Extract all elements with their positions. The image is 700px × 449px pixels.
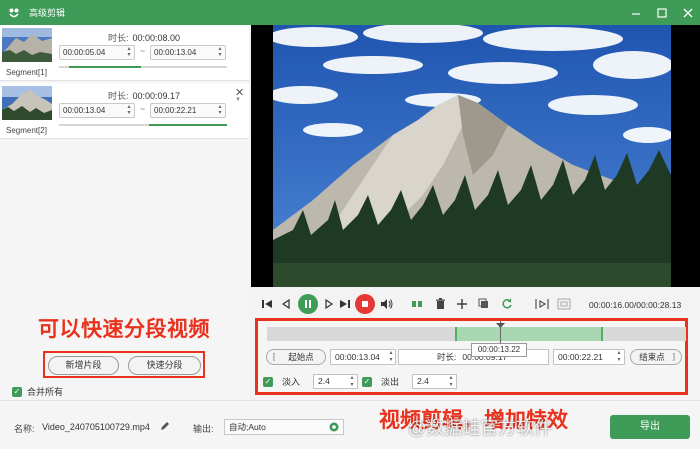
segment-start-field[interactable]: 00:00:05.04 ▴ ▾ (59, 45, 135, 60)
stepper-arrows-icon[interactable]: ▴ ▾ (348, 375, 356, 389)
segment-item[interactable]: Segment[1] 时长: 00:00:08.00 00:00:05.04 ▴ ▾… (0, 25, 249, 81)
bracket-open-icon: [ (273, 352, 276, 361)
output-label: 输出: (193, 424, 214, 434)
set-start-marker-icon[interactable] (534, 296, 550, 312)
file-name-value: Video_240705100729.mp4 (42, 422, 150, 432)
playhead-handle-icon[interactable] (496, 320, 505, 328)
trim-start-value: 00:00:13.04 (335, 352, 380, 362)
maximize-icon[interactable] (656, 7, 668, 19)
export-button[interactable]: 导出 (610, 415, 690, 439)
segment-item[interactable]: Segment[2] 时长: 00:00:09.17 00:00:13.04 ▴ ▾… (0, 83, 249, 139)
segment-range-bar (59, 124, 227, 126)
checkmark-icon: ✓ (362, 376, 372, 387)
segment-thumbnail (2, 28, 52, 62)
title-bar: 高级剪辑 (0, 0, 700, 25)
playhead-time-tooltip: 00:00:13.22 (471, 343, 527, 357)
checkmark-icon: ✓ (12, 386, 22, 397)
previous-frame-icon[interactable] (278, 296, 294, 312)
fade-in-checkbox[interactable]: ✓ 淡入 (263, 374, 300, 389)
fade-in-value: 2.4 (318, 376, 330, 386)
next-frame-icon[interactable] (321, 296, 337, 312)
segment-duration-label: 时长: (108, 91, 129, 101)
segment-thumbnail (2, 86, 52, 120)
stepper-arrows-icon[interactable]: ▴ ▾ (125, 104, 133, 117)
bracket-close-icon: ] (672, 352, 675, 361)
segment-duration: 时长: 00:00:08.00 (108, 31, 180, 44)
chevron-down-icon[interactable]: ▼ (235, 97, 241, 103)
trim-duration-label: 时长: (437, 352, 457, 362)
footer-bar: 名称: Video_240705100729.mp4 输出: 自动;Auto 导… (0, 400, 700, 449)
file-name-label: 名称: (14, 424, 35, 434)
fade-out-value: 2.4 (417, 376, 429, 386)
skip-to-end-icon[interactable] (337, 296, 353, 312)
annotation-text: 可以快速分段视频 (38, 318, 210, 341)
add-segment-button[interactable]: 新增片段 (48, 356, 119, 375)
copy-icon[interactable] (476, 296, 492, 312)
segment-panel: Segment[1] 时长: 00:00:08.00 00:00:05.04 ▴ ▾… (0, 25, 249, 400)
output-path-value: 自动;Auto (229, 422, 266, 432)
fade-out-checkbox[interactable]: ✓ 淡出 (362, 374, 399, 389)
edit-name-icon[interactable] (160, 421, 170, 433)
set-end-marker-icon[interactable] (556, 296, 572, 312)
stepper-arrows-icon[interactable]: ▴ ▾ (125, 46, 133, 59)
stepper-arrows-icon[interactable]: ▴ ▾ (216, 104, 224, 117)
skip-to-start-icon[interactable] (259, 296, 275, 312)
window-title: 高级剪辑 (29, 8, 66, 18)
volume-icon[interactable] (378, 296, 394, 312)
watermark-text: @数据蛙官方软件 (408, 418, 553, 438)
stepper-arrows-icon[interactable]: ▴ ▾ (615, 350, 623, 364)
stop-icon[interactable] (355, 294, 375, 314)
segment-end-value: 00:00:13.04 (154, 48, 197, 57)
pause-icon[interactable] (298, 294, 318, 314)
stepper-arrows-icon[interactable]: ▴ ▾ (387, 350, 395, 364)
merge-all-checkbox[interactable]: ✓ 合并所有 (12, 385, 63, 398)
fade-out-label: 淡出 (381, 377, 400, 387)
fade-in-label: 淡入 (282, 377, 301, 387)
segment-separator: ~ (140, 104, 146, 114)
segment-start-value: 00:00:05.04 (63, 48, 106, 57)
merge-all-label: 合并所有 (27, 387, 64, 397)
segment-range-bar (59, 66, 227, 68)
segment-start-value: 00:00:13.04 (63, 106, 106, 115)
segment-end-value: 00:00:22.21 (154, 106, 197, 115)
trash-icon[interactable] (432, 296, 448, 312)
close-window-icon[interactable] (682, 7, 694, 19)
output-path-field[interactable]: 自动;Auto (224, 419, 344, 435)
split-clip-icon[interactable] (409, 296, 425, 312)
video-preview[interactable] (251, 25, 700, 287)
segment-separator: ~ (140, 46, 146, 56)
set-start-point-label: 起始点 (288, 352, 314, 362)
add-icon[interactable] (454, 296, 470, 312)
segment-duration-value: 00:00:08.00 (132, 33, 181, 43)
timeline-selection[interactable] (455, 327, 603, 341)
set-end-point-button[interactable]: 结束点] (630, 349, 682, 365)
playback-toolbar: 00:00:16.00/00:00:28.13 (251, 290, 700, 318)
trim-end-value: 00:00:22.21 (558, 352, 603, 362)
app-logo-icon (7, 6, 21, 20)
quick-split-button[interactable]: 快速分段 (128, 356, 201, 375)
reset-icon[interactable] (499, 296, 515, 312)
segment-duration: 时长: 00:00:09.17 (108, 89, 180, 102)
fade-out-input[interactable]: 2.4 ▴ ▾ (412, 374, 457, 389)
segment-end-field[interactable]: 00:00:13.04 ▴ ▾ (150, 45, 226, 60)
segment-start-field[interactable]: 00:00:13.04 ▴ ▾ (59, 103, 135, 118)
segment-duration-value: 00:00:09.17 (132, 91, 181, 101)
set-start-point-button[interactable]: [ 起始点 (266, 349, 326, 365)
minimize-icon[interactable] (630, 7, 642, 19)
segment-label: Segment[2] (6, 126, 47, 135)
checkmark-icon: ✓ (263, 376, 273, 387)
segment-label: Segment[1] (6, 68, 47, 77)
fade-in-input[interactable]: 2.4 ▴ ▾ (313, 374, 358, 389)
stepper-arrows-icon[interactable]: ▴ ▾ (447, 375, 455, 389)
segment-end-field[interactable]: 00:00:22.21 ▴ ▾ (150, 103, 226, 118)
playback-time-readout: 00:00:16.00/00:00:28.13 (589, 300, 682, 310)
video-frame (273, 25, 671, 287)
set-end-point-label: 结束点 (639, 352, 665, 362)
settings-gear-icon[interactable] (329, 422, 339, 436)
stepper-arrows-icon[interactable]: ▴ ▾ (216, 46, 224, 59)
segment-duration-label: 时长: (108, 33, 129, 43)
